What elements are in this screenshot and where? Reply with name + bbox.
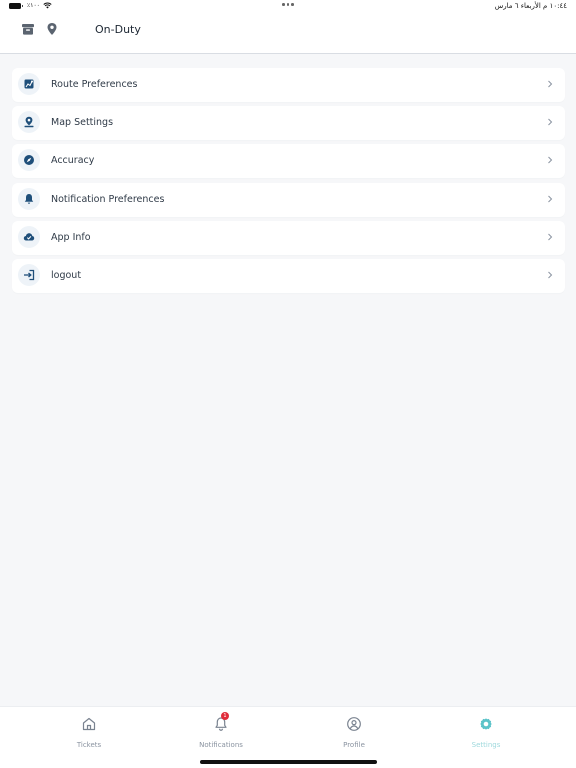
- menu-item-logout[interactable]: logout: [12, 258, 565, 293]
- archive-icon[interactable]: [21, 22, 35, 36]
- settings-screen: ٪١٠٠ ١٠:٤٤ م الأربعاء ٦ مارس On-Duty Rou…: [0, 0, 576, 768]
- tab-profile[interactable]: Profile: [288, 707, 420, 757]
- tab-tickets[interactable]: Tickets: [23, 707, 155, 757]
- menu-item-route-preferences[interactable]: Route Preferences: [12, 68, 565, 102]
- tab-label: Notifications: [199, 741, 243, 749]
- chevron-right-icon: [547, 156, 553, 164]
- menu-item-notification-preferences[interactable]: Notification Preferences: [12, 182, 565, 217]
- menu-item-label: Route Preferences: [51, 79, 138, 90]
- cloud-check-icon: [18, 225, 40, 248]
- menu-item-label: Notification Preferences: [51, 193, 165, 205]
- bell-icon: [18, 187, 40, 210]
- chevron-right-icon: [547, 80, 553, 88]
- menu-item-label: logout: [51, 269, 82, 281]
- menu-item-map-settings[interactable]: Map Settings: [12, 106, 565, 141]
- logout-icon: [18, 263, 40, 286]
- status-left: ٪١٠٠: [9, 2, 52, 9]
- tab-label: Tickets: [76, 741, 102, 749]
- chevron-right-icon: [547, 195, 553, 203]
- gear-icon: [478, 716, 494, 732]
- wifi-icon: [43, 2, 52, 9]
- bottom-tab-bar: Tickets Notifications Profile Settings: [0, 706, 576, 768]
- map-pin-icon: [18, 111, 40, 134]
- menu-item-label: App Info: [51, 231, 91, 243]
- menu-item-app-info[interactable]: App Info: [12, 220, 565, 255]
- multitasking-dots[interactable]: [282, 3, 294, 6]
- tab-settings[interactable]: Settings: [420, 707, 552, 757]
- menu-item-label: Map Settings: [51, 117, 114, 129]
- battery-percent: ٪١٠٠: [27, 2, 40, 9]
- app-header: On-Duty: [0, 14, 576, 54]
- chevron-right-icon: [547, 271, 553, 279]
- menu-item-accuracy[interactable]: Accuracy: [12, 144, 565, 179]
- location-pin-icon[interactable]: [45, 22, 59, 36]
- home-indicator[interactable]: [200, 760, 377, 764]
- settings-menu: Route Preferences Map Settings Accuracy …: [12, 68, 565, 297]
- notification-badge: 1: [221, 712, 229, 720]
- route-map-icon: [18, 73, 40, 95]
- tab-label: Profile: [343, 741, 365, 749]
- status-bar: ٪١٠٠ ١٠:٤٤ م الأربعاء ٦ مارس: [0, 0, 576, 14]
- menu-item-label: Accuracy: [51, 155, 95, 167]
- compass-icon: [18, 149, 40, 172]
- chevron-right-icon: [547, 118, 553, 126]
- chevron-right-icon: [547, 233, 553, 241]
- home-icon: [81, 716, 97, 732]
- tab-label: Settings: [471, 741, 501, 749]
- battery-icon: [9, 2, 23, 9]
- page-title: On-Duty: [95, 23, 141, 36]
- user-circle-icon: [346, 716, 362, 732]
- status-datetime: ١٠:٤٤ م الأربعاء ٦ مارس: [494, 2, 567, 10]
